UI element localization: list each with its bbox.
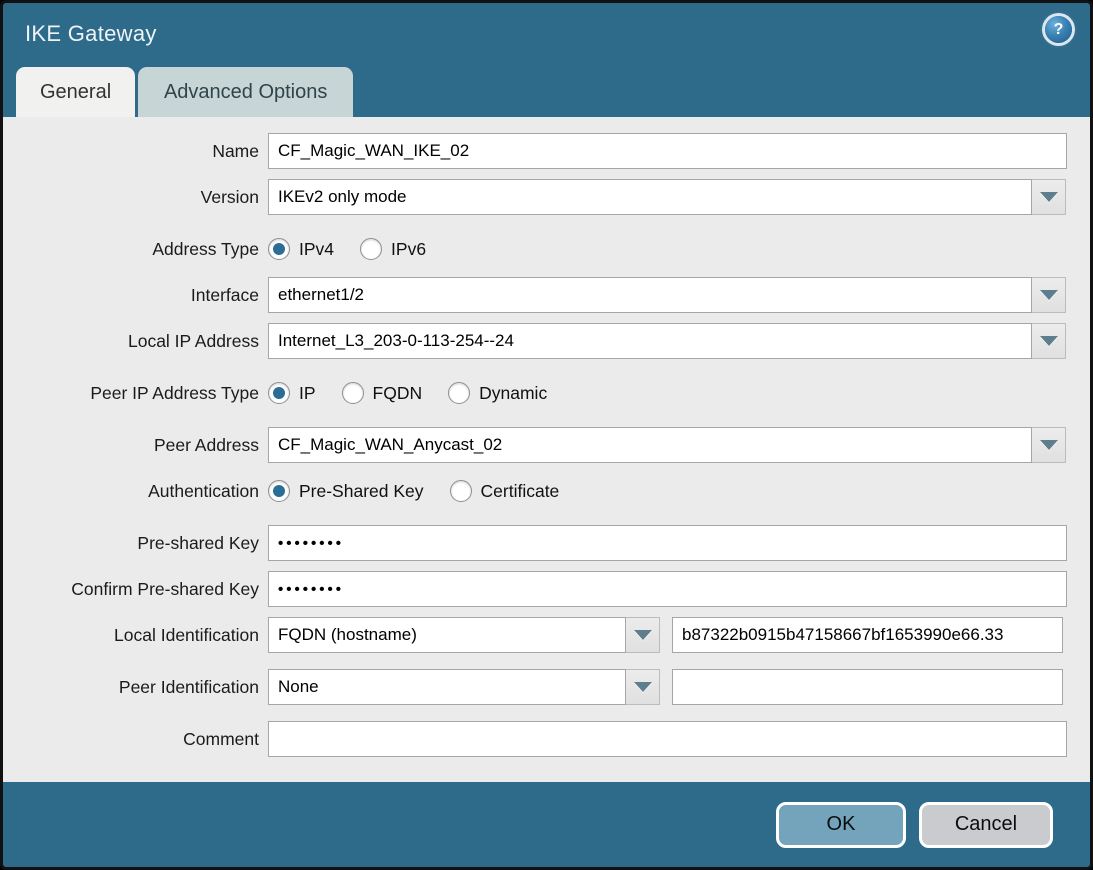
- cancel-button[interactable]: Cancel: [919, 802, 1053, 848]
- help-icon[interactable]: ?: [1045, 16, 1072, 43]
- radio-ipv4-label: IPv4: [299, 239, 334, 260]
- question-mark-glyph: ?: [1054, 21, 1064, 39]
- local-ip-input[interactable]: [268, 323, 1032, 359]
- radio-ipv6-label: IPv6: [391, 239, 426, 260]
- confirm-preshared-key-label: Confirm Pre-shared Key: [15, 579, 259, 600]
- radio-dynamic-label: Dynamic: [479, 383, 547, 404]
- version-row: Version: [15, 179, 1076, 215]
- ok-button[interactable]: OK: [776, 802, 906, 848]
- address-type-row: Address Type IPv4 IPv6: [15, 231, 1076, 267]
- chevron-down-icon: [1040, 290, 1058, 300]
- radio-ipv4[interactable]: [268, 238, 290, 260]
- interface-dropdown[interactable]: [268, 277, 1066, 313]
- comment-input[interactable]: [268, 721, 1067, 757]
- name-row: Name: [15, 133, 1076, 169]
- general-tab-panel: Name Version Address Type IPv4: [3, 117, 1090, 782]
- peer-ip-type-row: Peer IP Address Type IP FQDN Dynamic: [15, 375, 1076, 411]
- tab-general[interactable]: General: [16, 67, 135, 117]
- version-input[interactable]: [268, 179, 1032, 215]
- preshared-key-row: Pre-shared Key: [15, 525, 1076, 561]
- dialog-title: IKE Gateway: [25, 21, 157, 47]
- local-identification-dropdown-button[interactable]: [626, 617, 660, 653]
- peer-identification-label: Peer Identification: [15, 677, 259, 698]
- local-ip-dropdown[interactable]: [268, 323, 1066, 359]
- authentication-label: Authentication: [15, 481, 259, 502]
- local-ip-label: Local IP Address: [15, 331, 259, 352]
- local-identification-row: Local Identification: [15, 617, 1076, 653]
- chevron-down-icon: [634, 630, 652, 640]
- local-ip-dropdown-button[interactable]: [1032, 323, 1066, 359]
- interface-row: Interface: [15, 277, 1076, 313]
- radio-ip[interactable]: [268, 382, 290, 404]
- radio-ip-label: IP: [299, 383, 316, 404]
- confirm-preshared-key-row: Confirm Pre-shared Key: [15, 571, 1076, 607]
- tab-strip: General Advanced Options: [3, 65, 1090, 117]
- radio-pre-shared-key[interactable]: [268, 480, 290, 502]
- peer-ip-type-label: Peer IP Address Type: [15, 383, 259, 404]
- tab-general-label: General: [40, 81, 111, 104]
- radio-fqdn[interactable]: [342, 382, 364, 404]
- chevron-down-icon: [1040, 192, 1058, 202]
- tab-advanced-options-label: Advanced Options: [164, 81, 327, 104]
- version-dropdown[interactable]: [268, 179, 1066, 215]
- chevron-down-icon: [634, 682, 652, 692]
- authentication-row: Authentication Pre-Shared Key Certificat…: [15, 473, 1076, 509]
- local-identification-label: Local Identification: [15, 625, 259, 646]
- chevron-down-icon: [1040, 440, 1058, 450]
- preshared-key-label: Pre-shared Key: [15, 533, 259, 554]
- interface-dropdown-button[interactable]: [1032, 277, 1066, 313]
- comment-row: Comment: [15, 721, 1076, 757]
- confirm-preshared-key-input[interactable]: [268, 571, 1067, 607]
- radio-ipv6[interactable]: [360, 238, 382, 260]
- local-ip-row: Local IP Address: [15, 323, 1076, 359]
- peer-identification-value-input[interactable]: [672, 669, 1063, 705]
- peer-address-row: Peer Address: [15, 427, 1076, 463]
- peer-address-input[interactable]: [268, 427, 1032, 463]
- radio-pre-shared-key-label: Pre-Shared Key: [299, 481, 424, 502]
- version-label: Version: [15, 187, 259, 208]
- chevron-down-icon: [1040, 336, 1058, 346]
- peer-address-label: Peer Address: [15, 435, 259, 456]
- tab-advanced-options[interactable]: Advanced Options: [138, 67, 353, 117]
- interface-label: Interface: [15, 285, 259, 306]
- local-identification-type-input[interactable]: [268, 617, 626, 653]
- peer-identification-type-input[interactable]: [268, 669, 626, 705]
- radio-dynamic[interactable]: [448, 382, 470, 404]
- peer-identification-dropdown-button[interactable]: [626, 669, 660, 705]
- local-identification-type-dropdown[interactable]: [268, 617, 660, 653]
- ike-gateway-dialog: IKE Gateway ? General Advanced Options N…: [0, 0, 1093, 870]
- peer-identification-type-dropdown[interactable]: [268, 669, 660, 705]
- version-dropdown-button[interactable]: [1032, 179, 1066, 215]
- radio-fqdn-label: FQDN: [373, 383, 423, 404]
- peer-address-dropdown[interactable]: [268, 427, 1066, 463]
- title-bar: IKE Gateway ?: [3, 3, 1090, 65]
- peer-address-dropdown-button[interactable]: [1032, 427, 1066, 463]
- preshared-key-input[interactable]: [268, 525, 1067, 561]
- comment-label: Comment: [15, 729, 259, 750]
- peer-identification-row: Peer Identification: [15, 669, 1076, 705]
- radio-certificate-label: Certificate: [481, 481, 560, 502]
- address-type-label: Address Type: [15, 239, 259, 260]
- interface-input[interactable]: [268, 277, 1032, 313]
- radio-certificate[interactable]: [450, 480, 472, 502]
- name-label: Name: [15, 141, 259, 162]
- name-input[interactable]: [268, 133, 1067, 169]
- local-identification-value-input[interactable]: [672, 617, 1063, 653]
- dialog-footer: OK Cancel: [3, 782, 1090, 867]
